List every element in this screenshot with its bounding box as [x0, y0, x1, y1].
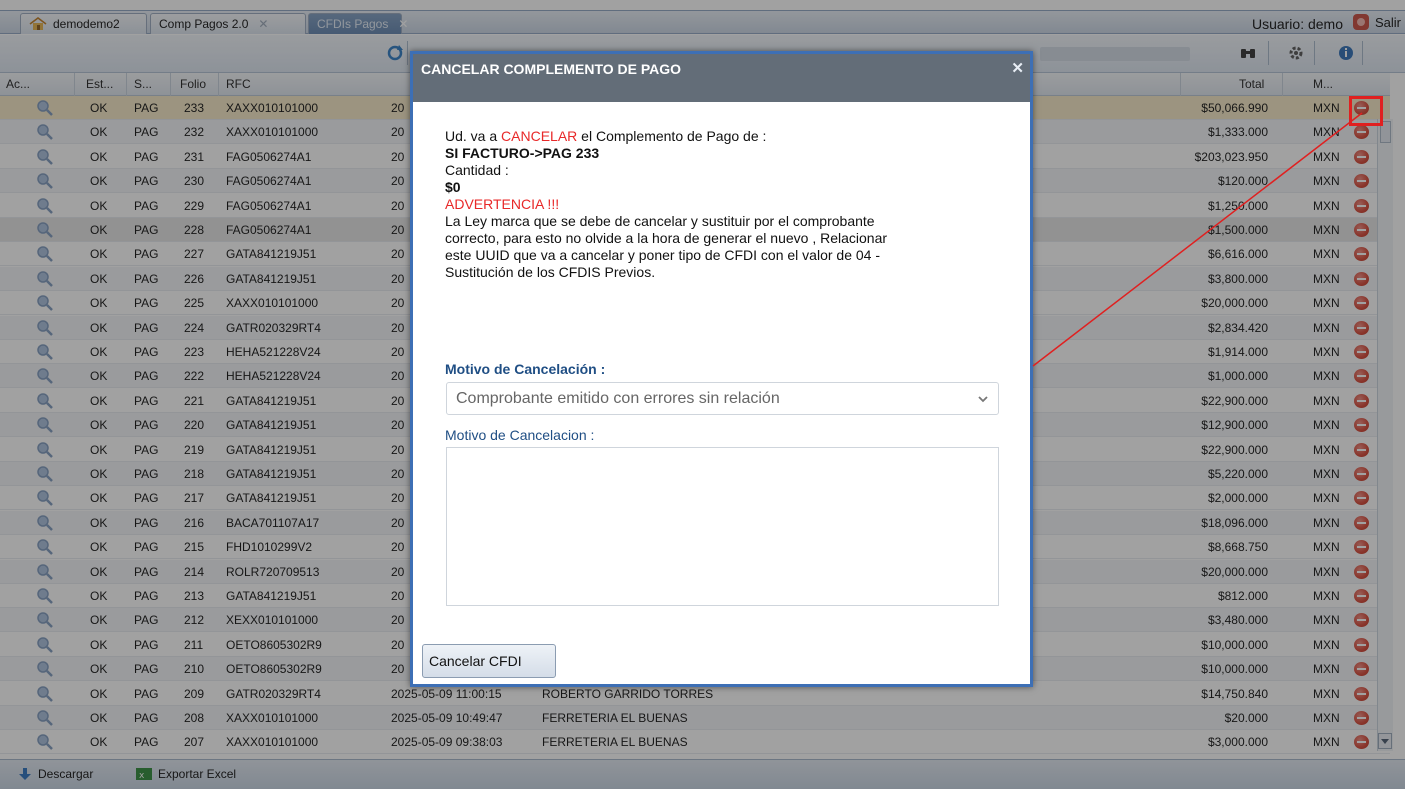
annotation-arrow — [1032, 112, 1363, 367]
